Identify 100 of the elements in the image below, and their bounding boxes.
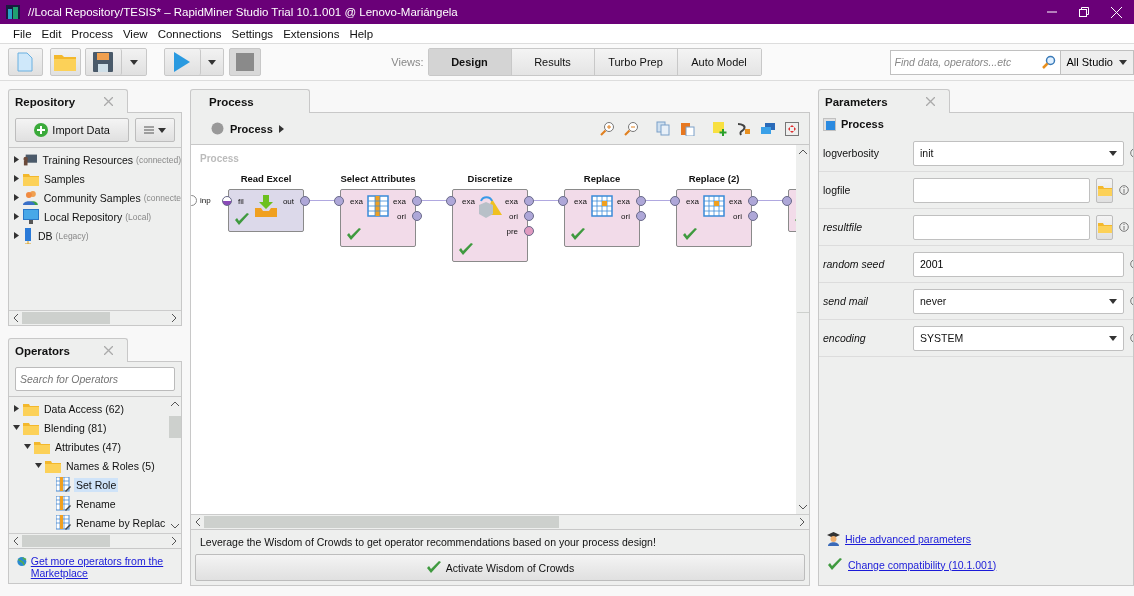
add-note-icon[interactable] xyxy=(712,121,727,136)
stop-button[interactable] xyxy=(228,48,262,76)
tree-item[interactable]: Rename xyxy=(74,496,118,511)
expanded-arrow-icon[interactable] xyxy=(34,462,42,469)
tree-item[interactable]: DB xyxy=(36,228,55,243)
folder-icon xyxy=(1097,184,1112,196)
marketplace-link[interactable]: Get more operators from the Marketplace xyxy=(30,555,175,579)
scroll-right-icon[interactable] xyxy=(170,313,178,323)
expanded-arrow-icon[interactable] xyxy=(12,424,20,431)
zoom-in-icon[interactable] xyxy=(600,121,615,136)
scroll-left-icon[interactable] xyxy=(194,517,202,527)
people-icon xyxy=(23,190,39,205)
menu-item[interactable]: Edit xyxy=(36,27,67,40)
operator-box[interactable]: exa exa ori xyxy=(564,189,640,247)
scroll-up-icon[interactable] xyxy=(797,148,808,156)
status-note: (connected) xyxy=(136,154,181,165)
tree-item[interactable]: Names & Roles (5) xyxy=(64,458,157,473)
tree-item[interactable]: Samples xyxy=(42,171,87,186)
import-data-button[interactable]: Import Data xyxy=(15,118,130,142)
compatibility-link[interactable]: Change compatibility (10.1.001) xyxy=(848,558,997,571)
parameter-label: random seed xyxy=(823,258,886,270)
scroll-thumb[interactable] xyxy=(168,415,181,438)
collapsed-arrow-icon[interactable] xyxy=(12,175,20,182)
view-tab[interactable]: Results xyxy=(511,49,595,75)
view-tab[interactable]: Auto Model xyxy=(677,49,761,75)
tree-item[interactable]: Rename by Replac xyxy=(74,515,168,530)
globe-icon xyxy=(17,555,27,568)
port-label: out xyxy=(282,197,294,206)
scroll-up-icon[interactable] xyxy=(169,400,180,408)
file-path-field[interactable] xyxy=(913,177,1090,203)
info-icon[interactable] xyxy=(1119,222,1129,232)
scroll-thumb[interactable] xyxy=(22,312,110,324)
scrollbar[interactable] xyxy=(9,310,181,325)
menu-item[interactable]: File xyxy=(8,27,37,40)
menu-item[interactable]: Settings xyxy=(226,27,279,40)
tree-item[interactable]: Local Repository xyxy=(42,209,125,224)
hide-advanced-link[interactable]: Hide advanced parameters xyxy=(845,533,972,545)
search-field[interactable]: Search for Operators xyxy=(15,367,175,391)
scroll-left-icon[interactable] xyxy=(12,313,20,323)
port-label: exa xyxy=(729,197,742,206)
paste-icon[interactable] xyxy=(680,121,695,136)
parameter-field[interactable]: 2001 xyxy=(913,251,1124,277)
fit-icon[interactable] xyxy=(785,121,799,136)
menu-item[interactable]: Process xyxy=(66,27,118,40)
breadcrumb[interactable]: Process xyxy=(230,122,273,135)
collapsed-arrow-icon[interactable] xyxy=(12,405,20,412)
connector-line xyxy=(646,200,670,201)
menu-item[interactable]: Connections xyxy=(152,27,227,40)
parameter-label: logfile xyxy=(823,184,852,196)
tree-item[interactable]: Community Samples xyxy=(41,190,143,205)
menu-item[interactable]: Extensions xyxy=(278,27,345,40)
scrollbar[interactable] xyxy=(191,514,809,529)
plug-icon[interactable] xyxy=(736,121,751,136)
wisdom-message: Leverage the Wisdom of Crowds to get operator recommendations based on your process design! xyxy=(199,536,657,548)
parameter-dropdown[interactable]: SYSTEM xyxy=(913,325,1124,351)
operator-box[interactable]: exa exa ori xyxy=(676,189,752,247)
info-icon[interactable] xyxy=(1119,185,1129,195)
caret-icon[interactable] xyxy=(278,124,284,133)
parameter-dropdown[interactable]: never xyxy=(913,288,1124,314)
operator-box[interactable]: exa exa ori pre xyxy=(452,189,528,262)
save-button[interactable] xyxy=(85,49,122,75)
collapsed-arrow-icon[interactable] xyxy=(12,156,20,163)
monitor-icon xyxy=(23,209,39,224)
scroll-thumb[interactable] xyxy=(796,312,809,313)
menu-item[interactable]: Help xyxy=(344,27,379,40)
collapsed-arrow-icon[interactable] xyxy=(12,232,20,239)
scroll-thumb[interactable] xyxy=(204,516,560,528)
scrollbar[interactable] xyxy=(796,145,809,514)
scroll-thumb[interactable] xyxy=(22,535,110,547)
scroll-left-icon[interactable] xyxy=(12,536,20,546)
tree-item[interactable]: Data Access (62) xyxy=(42,401,126,416)
parameter-dropdown[interactable]: init xyxy=(913,140,1124,166)
scroll-right-icon[interactable] xyxy=(798,517,806,527)
parameter-label: resultfile xyxy=(823,221,864,233)
zoom-out-icon[interactable] xyxy=(624,121,639,136)
collapsed-arrow-icon[interactable] xyxy=(12,213,20,220)
scope-dropdown[interactable]: All Studio xyxy=(1060,49,1134,75)
stop-icon xyxy=(235,53,254,71)
search-field[interactable]: Find data, operators...etc xyxy=(889,49,1061,75)
menu-button[interactable] xyxy=(135,118,175,142)
status-note: (connecte xyxy=(143,192,181,203)
view-tab[interactable]: Turbo Prep xyxy=(594,49,678,75)
scrollbar[interactable] xyxy=(9,533,181,548)
activate-wisdom-button[interactable]: Activate Wisdom of Crowds xyxy=(195,554,805,581)
expanded-arrow-icon[interactable] xyxy=(23,443,31,450)
collapsed-arrow-icon[interactable] xyxy=(12,194,20,201)
operator-box[interactable]: exa exa ori xyxy=(340,189,416,247)
layers-icon[interactable] xyxy=(760,121,776,136)
tree-item[interactable]: Blending (81) xyxy=(42,420,109,435)
tree-item[interactable]: Training Resources xyxy=(40,152,136,167)
scroll-right-icon[interactable] xyxy=(170,536,178,546)
tree-item[interactable]: Attributes (47) xyxy=(53,439,123,454)
operator-box[interactable]: fil out xyxy=(228,189,304,232)
file-path-field[interactable] xyxy=(913,214,1090,240)
scroll-down-icon[interactable] xyxy=(797,503,808,511)
menu-item[interactable]: View xyxy=(117,27,153,40)
view-tab[interactable]: Design xyxy=(428,49,512,75)
restore-icon[interactable] xyxy=(1079,7,1089,17)
scroll-down-icon[interactable] xyxy=(169,522,180,530)
tree-item[interactable]: Set Role xyxy=(74,477,119,492)
